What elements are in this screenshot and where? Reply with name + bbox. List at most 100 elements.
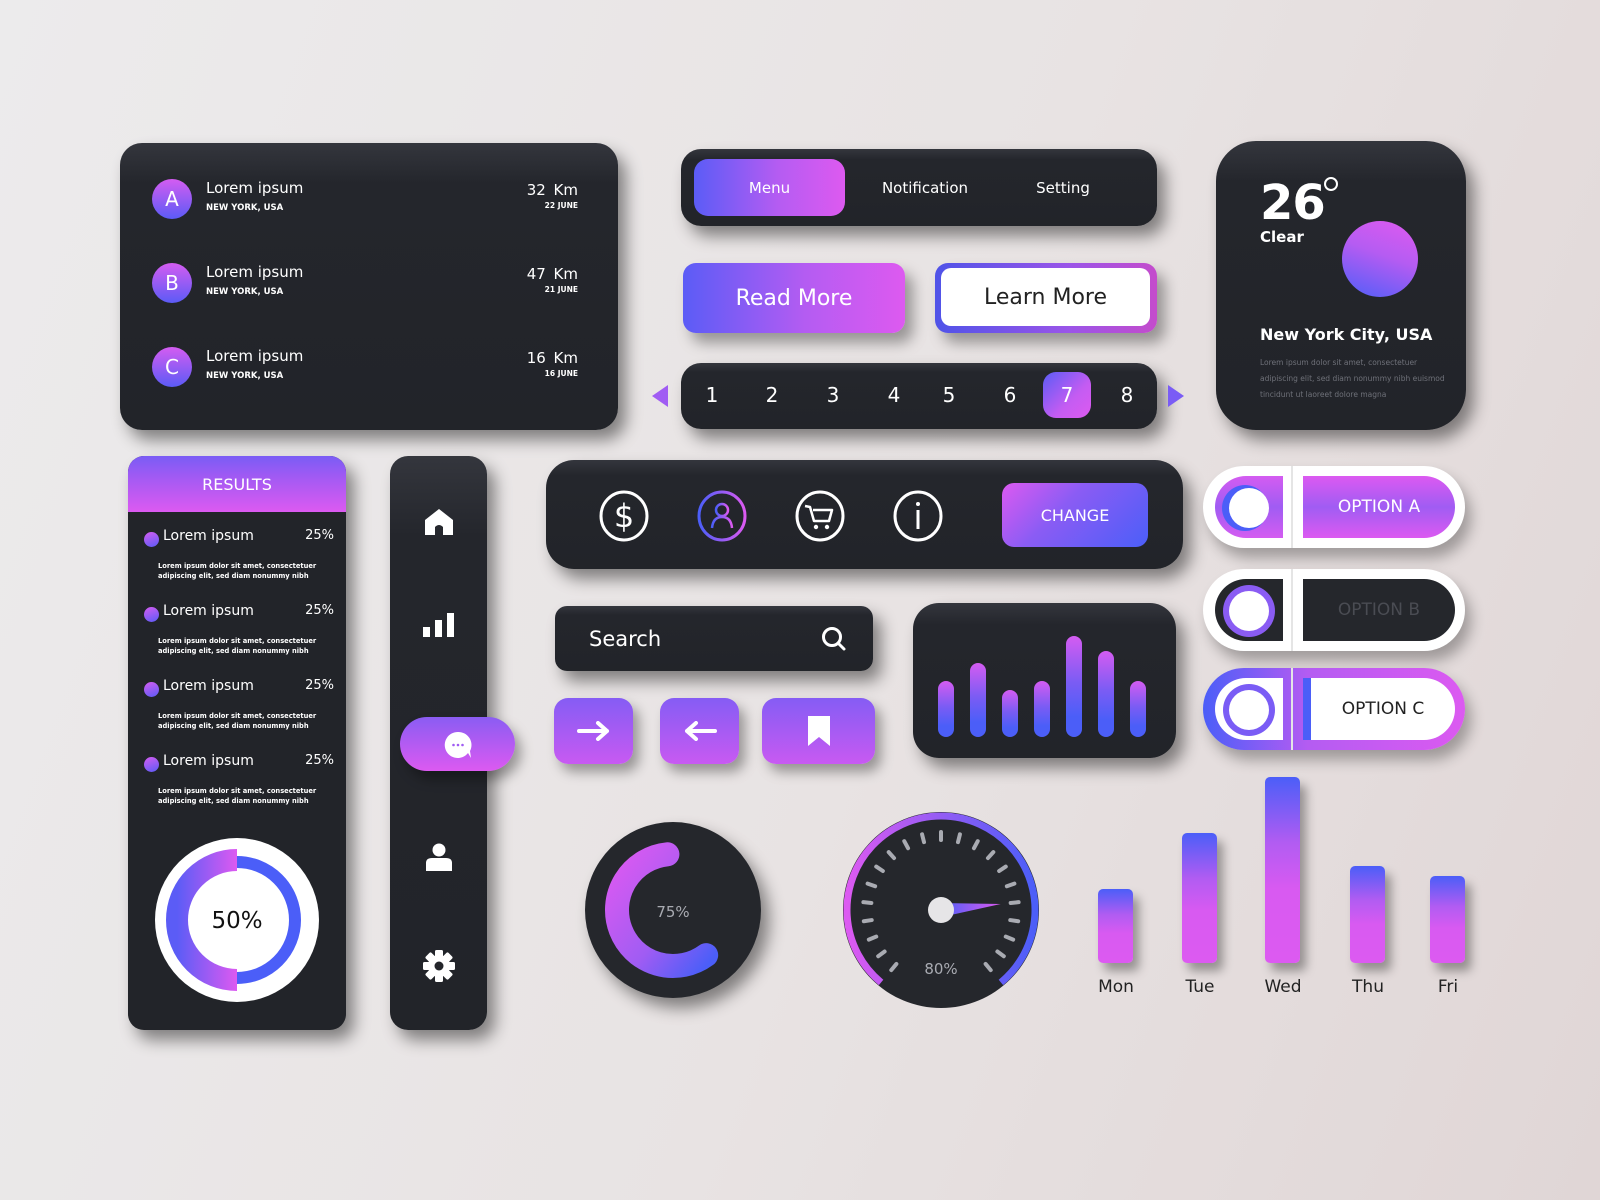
option-divider bbox=[1291, 466, 1293, 548]
location-place: NEW YORK, USA bbox=[206, 203, 284, 213]
result-description: Lorem ipsum dolor sit amet, consectetuer… bbox=[158, 562, 317, 580]
page-7[interactable]: 7 bbox=[1043, 372, 1091, 418]
equalizer-bar bbox=[1130, 681, 1146, 737]
tab-setting[interactable]: Setting bbox=[1003, 159, 1123, 216]
option-toggle-c[interactable]: OPTION C bbox=[1203, 668, 1465, 750]
arrow-right-icon bbox=[576, 721, 609, 741]
gauge-tick bbox=[955, 832, 962, 845]
chart-bar-fri bbox=[1430, 875, 1465, 963]
user-icon[interactable] bbox=[425, 843, 453, 871]
option-radio[interactable] bbox=[1215, 579, 1283, 641]
radio-knob-icon bbox=[1229, 591, 1269, 631]
chart-bar-tue bbox=[1182, 832, 1217, 963]
result-description: Lorem ipsum dolor sit amet, consectetuer… bbox=[158, 787, 317, 805]
location-date: 21 JUNE bbox=[544, 285, 578, 294]
location-distance: 32 Km bbox=[526, 181, 578, 199]
page-5[interactable]: 5 bbox=[925, 372, 973, 418]
bookmark-button[interactable] bbox=[762, 698, 875, 764]
result-dot-icon bbox=[144, 757, 159, 772]
page-4[interactable]: 4 bbox=[870, 372, 918, 418]
chart-label-mon: Mon bbox=[1098, 977, 1134, 997]
location-row[interactable]: A Lorem ipsum NEW YORK, USA 32 Km 22 JUNE bbox=[152, 179, 578, 223]
gauge-tick bbox=[861, 900, 874, 905]
change-button[interactable]: CHANGE bbox=[1002, 483, 1148, 547]
option-toggle-a[interactable]: OPTION A bbox=[1203, 466, 1465, 548]
search-input[interactable] bbox=[589, 606, 819, 671]
dollar-icon[interactable]: $ bbox=[599, 490, 649, 542]
page-2[interactable]: 2 bbox=[748, 372, 796, 418]
sun-icon bbox=[1342, 221, 1418, 297]
location-list-card: A Lorem ipsum NEW YORK, USA 32 Km 22 JUNE B Lo… bbox=[120, 143, 618, 430]
radio-knob-icon bbox=[1229, 690, 1269, 730]
progress-ring-label: 75% bbox=[656, 903, 689, 921]
page-8[interactable]: 8 bbox=[1103, 372, 1151, 418]
option-label[interactable]: OPTION C bbox=[1303, 678, 1455, 740]
result-label: Lorem ipsum bbox=[163, 678, 254, 694]
gauge-label: 80% bbox=[924, 960, 957, 978]
svg-text:$: $ bbox=[614, 497, 634, 535]
weather-city: New York City, USA bbox=[1260, 325, 1433, 344]
tab-notification[interactable]: Notification bbox=[849, 159, 1001, 216]
option-label[interactable]: OPTION A bbox=[1303, 476, 1455, 538]
next-button[interactable] bbox=[554, 698, 633, 764]
cart-icon[interactable] bbox=[795, 490, 845, 542]
icon-toolbar: $ CHANGE bbox=[546, 460, 1183, 569]
location-avatar: C bbox=[152, 347, 192, 387]
signal-bars-icon[interactable] bbox=[422, 613, 455, 637]
option-toggle-b[interactable]: OPTION B bbox=[1203, 569, 1465, 651]
results-card: RESULTS Lorem ipsum 25% Lorem ipsum dolor … bbox=[128, 456, 346, 1030]
location-title: Lorem ipsum bbox=[206, 347, 304, 365]
location-date: 16 JUNE bbox=[544, 369, 578, 378]
equalizer-bar bbox=[1066, 636, 1082, 737]
user-icon[interactable] bbox=[697, 490, 747, 542]
option-divider bbox=[1291, 569, 1293, 651]
info-icon[interactable] bbox=[893, 490, 943, 542]
location-distance: 47 Km bbox=[526, 265, 578, 283]
result-label: Lorem ipsum bbox=[163, 528, 254, 544]
location-row[interactable]: C Lorem ipsum NEW YORK, USA 16 Km 16 JUNE bbox=[152, 347, 578, 391]
location-place: NEW YORK, USA bbox=[206, 287, 284, 297]
results-donut: 50% bbox=[155, 838, 319, 1002]
chart-bar-mon bbox=[1098, 888, 1133, 963]
back-button[interactable] bbox=[660, 698, 739, 764]
gauge-tick bbox=[1008, 900, 1021, 905]
pagination-next-icon[interactable] bbox=[1168, 385, 1184, 407]
equalizer-bar bbox=[1098, 651, 1114, 737]
learn-more-button-frame: Learn More bbox=[935, 263, 1157, 333]
weather-condition: Clear bbox=[1260, 228, 1304, 246]
gauge-tick bbox=[1004, 881, 1017, 889]
result-label: Lorem ipsum bbox=[163, 603, 254, 619]
result-percent: 25% bbox=[305, 753, 334, 768]
option-label[interactable]: OPTION B bbox=[1303, 579, 1455, 641]
chat-button[interactable] bbox=[400, 717, 515, 771]
pagination: 12345678 bbox=[681, 363, 1157, 429]
tab-menu[interactable]: Menu bbox=[694, 159, 845, 216]
weather-card: 26 Clear New York City, USA Lorem ipsum … bbox=[1216, 141, 1466, 430]
gear-icon[interactable] bbox=[422, 950, 455, 982]
page-6[interactable]: 6 bbox=[986, 372, 1034, 418]
location-row[interactable]: B Lorem ipsum NEW YORK, USA 47 Km 21 JUNE bbox=[152, 263, 578, 307]
page-1[interactable]: 1 bbox=[688, 372, 736, 418]
read-more-button[interactable]: Read More bbox=[683, 263, 905, 333]
option-radio[interactable] bbox=[1215, 678, 1283, 740]
learn-more-button[interactable]: Learn More bbox=[941, 268, 1150, 326]
pagination-prev-icon[interactable] bbox=[652, 385, 668, 407]
home-icon[interactable] bbox=[424, 508, 454, 536]
location-distance: 16 Km bbox=[526, 349, 578, 367]
option-radio[interactable] bbox=[1215, 476, 1283, 538]
donut-label: 50% bbox=[211, 908, 262, 934]
progress-ring: 75% bbox=[585, 822, 761, 998]
gauge-tick bbox=[920, 832, 927, 845]
gauge-tick bbox=[1003, 934, 1016, 942]
search-icon[interactable] bbox=[821, 626, 847, 652]
result-description: Lorem ipsum dolor sit amet, consectetuer… bbox=[158, 712, 317, 730]
weather-description: Lorem ipsum dolor sit amet, consectetuer… bbox=[1260, 358, 1445, 399]
location-title: Lorem ipsum bbox=[206, 179, 304, 197]
results-title: RESULTS bbox=[128, 456, 346, 512]
chart-label-wed: Wed bbox=[1264, 977, 1302, 997]
location-date: 22 JUNE bbox=[544, 201, 578, 210]
chat-icon bbox=[444, 731, 472, 758]
page-3[interactable]: 3 bbox=[809, 372, 857, 418]
chart-label-fri: Fri bbox=[1437, 977, 1459, 997]
result-description: Lorem ipsum dolor sit amet, consectetuer… bbox=[158, 637, 317, 655]
